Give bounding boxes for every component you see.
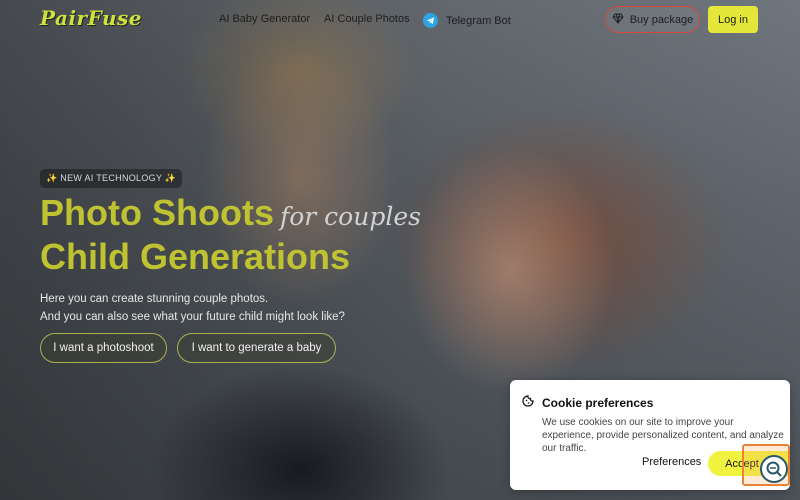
headline-line-1: Photo Shoots for couples [40,192,421,234]
hero-description-line-2: And you can also see what your future ch… [40,311,345,323]
logo[interactable]: PairFuse [40,6,142,30]
new-ai-technology-badge: ✨ NEW AI TECHNOLOGY ✨ [40,169,183,188]
nav-ai-baby-generator[interactable]: AI Baby Generator [219,13,310,25]
buy-package-button[interactable]: Buy package [605,6,700,33]
nav-telegram-bot[interactable]: Telegram Bot [423,13,511,28]
buy-package-label: Buy package [629,13,694,26]
diamond-icon [612,13,624,27]
cookie-icon [522,395,534,410]
nav-ai-couple-photos[interactable]: AI Couple Photos [324,13,410,25]
top-navigation: PairFuse AI Baby Generator AI Couple Pho… [0,0,800,40]
headline-child-generations: Child Generations [40,236,351,277]
headline-for-couples: for couples [279,202,421,231]
hero-description-line-1: Here you can create stunning couple phot… [40,293,269,305]
want-generate-baby-button[interactable]: I want to generate a baby [177,333,336,363]
magnifier-icon[interactable] [760,455,788,483]
hero-description: Here you can create stunning couple phot… [40,290,345,326]
cookie-title: Cookie preferences [522,395,653,410]
want-photoshoot-button[interactable]: I want a photoshoot [40,333,167,363]
telegram-icon [423,13,438,28]
cookie-preferences-button[interactable]: Preferences [642,456,701,468]
nav-telegram-label: Telegram Bot [446,14,511,27]
headline-photo-shoots: Photo Shoots [40,192,274,233]
login-button[interactable]: Log in [708,6,758,33]
cookie-title-text: Cookie preferences [542,395,654,410]
